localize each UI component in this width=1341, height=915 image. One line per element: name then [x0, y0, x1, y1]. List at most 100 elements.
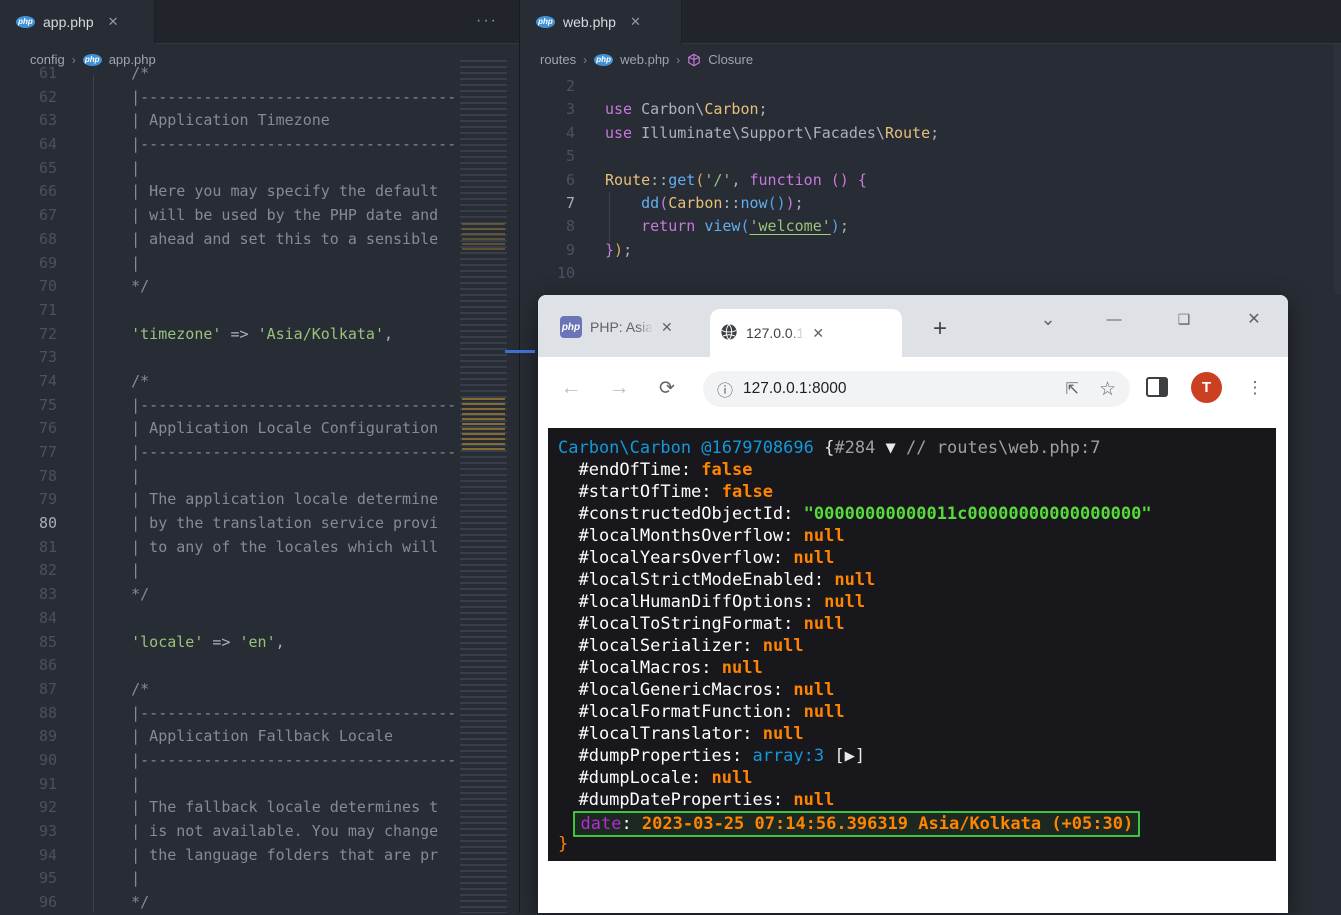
- code-text: [57, 607, 95, 631]
- code-line: 62 |------------------------------------…: [0, 86, 458, 110]
- code-line: 70 */: [0, 275, 458, 299]
- scrollbar[interactable]: [1334, 44, 1341, 294]
- line-number: 74: [0, 370, 57, 394]
- line-number: 72: [0, 323, 57, 347]
- collapse-toggle-icon[interactable]: ▼: [875, 438, 906, 458]
- breadcrumb-item[interactable]: Closure: [708, 52, 753, 67]
- breadcrumb-item[interactable]: web.php: [620, 52, 669, 67]
- code-text: */: [57, 891, 149, 915]
- minimap[interactable]: [460, 60, 507, 913]
- site-info-icon[interactable]: ⓘ: [717, 377, 733, 401]
- code-text: |: [57, 465, 140, 489]
- code-text: Route::get('/', function () {: [575, 169, 867, 192]
- code-line: 67 | will be used by the PHP date and: [0, 204, 458, 228]
- bookmark-star-icon[interactable]: ☆: [1099, 378, 1116, 401]
- line-number: 65: [0, 157, 57, 181]
- minimap-highlight: [462, 398, 505, 450]
- dump-property-name: #localToStringFormat:: [558, 614, 804, 634]
- reload-button[interactable]: ⟳: [650, 371, 684, 405]
- url-text: 127.0.0.1:8000: [743, 380, 1066, 398]
- share-icon[interactable]: ⇱: [1066, 379, 1079, 399]
- line-number: 5: [520, 145, 575, 168]
- more-actions-icon[interactable]: ···: [476, 12, 498, 30]
- window-close-button[interactable]: ✕: [1234, 301, 1274, 337]
- php-badge-icon: php: [560, 316, 582, 338]
- maximize-button[interactable]: ❑: [1164, 301, 1204, 337]
- tab-app-php[interactable]: php app.php ✕: [0, 0, 155, 44]
- profile-avatar[interactable]: T: [1191, 372, 1222, 403]
- code-text: [575, 145, 605, 168]
- code-line: 88 |------------------------------------…: [0, 702, 458, 726]
- close-icon[interactable]: ✕: [661, 319, 673, 336]
- tab-web-php[interactable]: php web.php ✕: [520, 0, 682, 44]
- close-icon[interactable]: ✕: [630, 14, 641, 30]
- code-line: 61 /*: [0, 62, 458, 86]
- new-tab-button[interactable]: +: [922, 311, 958, 347]
- code-line: 89 | Application Fallback Locale: [0, 725, 458, 749]
- line-number: 6: [520, 169, 575, 192]
- dump-property-value: null: [834, 570, 875, 590]
- browser-tab-localhost[interactable]: 127.0.0.1 ✕: [710, 309, 902, 357]
- scrollbar[interactable]: [507, 44, 519, 913]
- dump-property-value: false: [701, 460, 752, 480]
- code-text: 'timezone' => 'Asia/Kolkata',: [57, 323, 393, 347]
- dump-bracket: ]: [855, 746, 865, 766]
- address-bar[interactable]: ⓘ 127.0.0.1:8000 ⇱ ☆: [703, 371, 1130, 407]
- line-number: 80: [0, 512, 57, 536]
- code-line: 93 | is not available. You may change: [0, 820, 458, 844]
- side-panel-icon[interactable]: [1146, 377, 1168, 397]
- dump-header: Carbon\Carbon @1679708696 {#284 ▼ // rou…: [558, 437, 1276, 459]
- dump-property-name: #dumpDateProperties:: [558, 790, 793, 810]
- browser-tab-php-docs[interactable]: php PHP: Asia ✕: [550, 305, 710, 349]
- line-number: 10: [520, 262, 575, 285]
- dump-property-row: #localMonthsOverflow: null: [558, 525, 1276, 547]
- code-text: |: [57, 773, 140, 797]
- line-number: 86: [0, 654, 57, 678]
- dump-property-value: array:3: [752, 746, 824, 766]
- dump-property-value: null: [824, 592, 865, 612]
- code-line: 10: [520, 262, 1341, 285]
- dump-property-row: #localHumanDiffOptions: null: [558, 591, 1276, 613]
- date-highlight-box: date: 2023-03-25 07:14:56.396319 Asia/Ko…: [573, 811, 1140, 837]
- code-text: [57, 346, 95, 370]
- dump-property-value: null: [793, 548, 834, 568]
- line-number: 87: [0, 678, 57, 702]
- code-line: 4use Illuminate\Support\Facades\Route;: [520, 122, 1341, 145]
- close-icon[interactable]: ✕: [812, 325, 824, 342]
- menu-kebab-icon[interactable]: ⋮: [1240, 371, 1270, 405]
- expand-toggle-icon[interactable]: ▶: [845, 746, 855, 766]
- code-text: |: [57, 867, 140, 891]
- dump-property-value: null: [712, 768, 753, 788]
- code-text: | will be used by the PHP date and: [57, 204, 438, 228]
- tab-search-chevron-icon[interactable]: ⌄: [1028, 301, 1068, 337]
- code-text: | Application Timezone: [57, 109, 330, 133]
- dump-property-row: #localTranslator: null: [558, 723, 1276, 745]
- code-line: 78 |: [0, 465, 458, 489]
- browser-tab-title: 127.0.0.1: [746, 325, 804, 341]
- left-tab-bar: php app.php ✕ ···: [0, 0, 520, 44]
- right-tab-bar: php web.php ✕: [520, 0, 1341, 44]
- line-number: 67: [0, 204, 57, 228]
- code-text: /*: [57, 62, 149, 86]
- back-button[interactable]: ←: [554, 371, 588, 405]
- code-text: | Application Locale Configuration: [57, 417, 438, 441]
- line-number: 92: [0, 796, 57, 820]
- code-text: [575, 262, 605, 285]
- dump-property-row: #dumpProperties: array:3 [▶]: [558, 745, 1276, 767]
- code-line: 2: [520, 75, 1341, 98]
- code-line: 75 |------------------------------------…: [0, 394, 458, 418]
- code-line: 3use Carbon\Carbon;: [520, 98, 1341, 121]
- close-icon[interactable]: ✕: [108, 14, 119, 30]
- right-code-area: 23use Carbon\Carbon;4use Illuminate\Supp…: [520, 75, 1341, 286]
- dump-property-name: #startOfTime:: [558, 482, 722, 502]
- minimize-button[interactable]: —: [1094, 301, 1134, 337]
- breadcrumb-item[interactable]: routes: [540, 52, 576, 67]
- dump-property-row: #startOfTime: false: [558, 481, 1276, 503]
- forward-button[interactable]: →: [602, 371, 636, 405]
- code-line: 76 | Application Locale Configuration: [0, 417, 458, 441]
- code-text: | Here you may specify the default: [57, 180, 438, 204]
- line-number: 71: [0, 299, 57, 323]
- dump-property-row: #localGenericMacros: null: [558, 679, 1276, 701]
- dump-property-row: #localMacros: null: [558, 657, 1276, 679]
- dump-property-row: #localYearsOverflow: null: [558, 547, 1276, 569]
